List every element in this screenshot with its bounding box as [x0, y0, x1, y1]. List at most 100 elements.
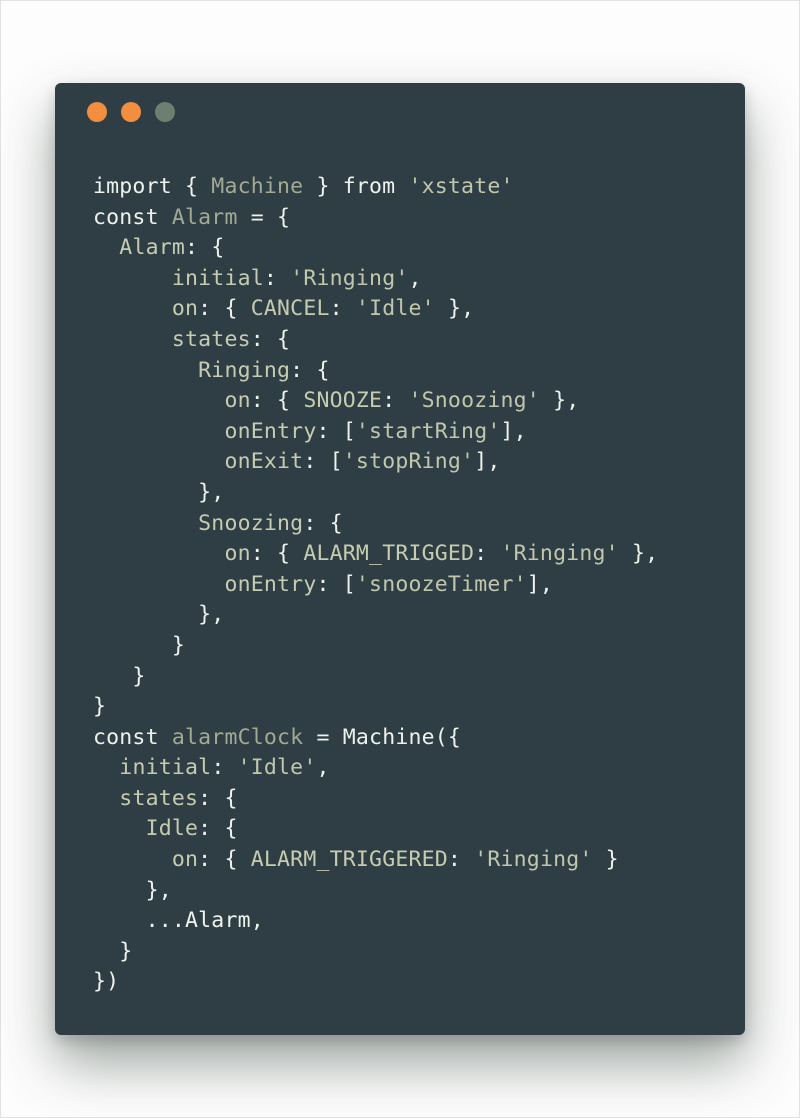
code-token: : {	[250, 541, 304, 567]
code-property: Snoozing	[198, 510, 304, 536]
minimize-dot	[121, 102, 141, 122]
code-token: : {	[198, 296, 251, 322]
code-token: },	[93, 877, 172, 903]
code-token: :	[382, 388, 409, 414]
code-string: 'snoozeTimer'	[355, 571, 527, 597]
code-token: },	[618, 541, 659, 567]
code-line: on: { ALARM_TRIGGED: 'Ringing' },	[93, 539, 658, 570]
code-property: onEntry	[224, 571, 317, 597]
code-property: Alarm	[119, 235, 186, 261]
code-identifier: alarmClock	[171, 724, 304, 750]
code-token: const	[93, 204, 172, 230]
code-token: },	[434, 296, 475, 322]
code-line: onEntry: ['snoozeTimer'],	[93, 570, 658, 601]
code-token: import {	[93, 174, 212, 199]
code-token: : {	[198, 785, 238, 811]
code-line: }	[93, 662, 658, 693]
code-line: onExit: ['stopRing'],	[93, 447, 658, 478]
code-token: ],	[474, 449, 501, 475]
code-string: 'xstate'	[408, 174, 514, 199]
code-property: states	[171, 326, 251, 352]
code-string: 'Ringing'	[290, 265, 409, 291]
code-token: : [	[316, 571, 356, 597]
code-line: on: { CANCEL: 'Idle' },	[93, 294, 658, 325]
code-line: }	[93, 937, 658, 968]
code-token: = Machine({	[303, 724, 462, 750]
code-line: Snoozing: {	[93, 509, 658, 540]
code-token: : {	[185, 235, 225, 261]
code-token: const	[93, 724, 172, 750]
code-line: on: { SNOOZE: 'Snoozing' },	[93, 386, 658, 417]
code-line: })	[93, 967, 658, 998]
code-string: 'Ringing'	[500, 541, 619, 567]
code-property: Idle	[145, 816, 199, 842]
code-block: import { Machine } from 'xstate' const Al…	[93, 172, 658, 998]
code-line: const alarmClock = Machine({	[93, 723, 658, 754]
code-string: 'Idle'	[355, 296, 435, 322]
close-dot	[87, 102, 107, 122]
code-token: }	[93, 938, 133, 964]
code-token: } from	[303, 174, 409, 199]
code-line: },	[93, 478, 658, 509]
code-string: 'stopRing'	[342, 449, 475, 475]
code-property: states	[119, 785, 199, 811]
code-token: },	[93, 479, 225, 505]
code-token: :	[474, 541, 501, 567]
code-property: SNOOZE	[303, 388, 383, 414]
code-window: import { Machine } from 'xstate' const Al…	[55, 83, 745, 1035]
code-string: 'Idle'	[237, 755, 317, 781]
code-string: 'startRing'	[355, 418, 501, 444]
code-token: }	[93, 663, 146, 689]
code-property: ALARM_TRIGGED	[303, 541, 475, 567]
code-token: : {	[198, 816, 238, 842]
code-property: on	[171, 847, 199, 873]
code-token: })	[93, 969, 120, 995]
code-property: onEntry	[224, 418, 317, 444]
window-controls	[87, 102, 175, 122]
code-token: ],	[500, 418, 527, 444]
code-line: on: { ALARM_TRIGGERED: 'Ringing' }	[93, 845, 658, 876]
code-string: 'Ringing'	[474, 847, 593, 873]
code-line: import { Machine } from 'xstate'	[93, 172, 658, 203]
code-token: = {	[237, 204, 291, 230]
maximize-dot	[155, 102, 175, 122]
code-line: states: {	[93, 325, 658, 356]
code-property: on	[224, 541, 251, 567]
code-property: onExit	[224, 449, 304, 475]
code-token: }	[592, 847, 619, 873]
code-token: },	[93, 602, 225, 628]
code-property: on	[224, 388, 251, 414]
code-token: : [	[303, 449, 343, 475]
code-identifier: Alarm	[171, 204, 238, 230]
code-line: },	[93, 876, 658, 907]
code-string: 'Snoozing'	[408, 388, 540, 414]
code-token: ...Alarm,	[93, 908, 264, 934]
code-property: CANCEL	[250, 296, 330, 322]
code-token: : [	[316, 418, 356, 444]
code-token: : {	[290, 357, 330, 383]
code-line: }	[93, 631, 658, 662]
code-token: ,	[408, 265, 422, 291]
code-line: const Alarm = {	[93, 203, 658, 234]
code-token: ,	[316, 755, 330, 781]
code-line: Ringing: {	[93, 356, 658, 387]
code-line: Alarm: {	[93, 233, 658, 264]
code-token: :	[447, 847, 475, 873]
code-token: },	[539, 388, 580, 414]
code-token: }	[93, 632, 186, 658]
code-token: :	[211, 755, 238, 781]
